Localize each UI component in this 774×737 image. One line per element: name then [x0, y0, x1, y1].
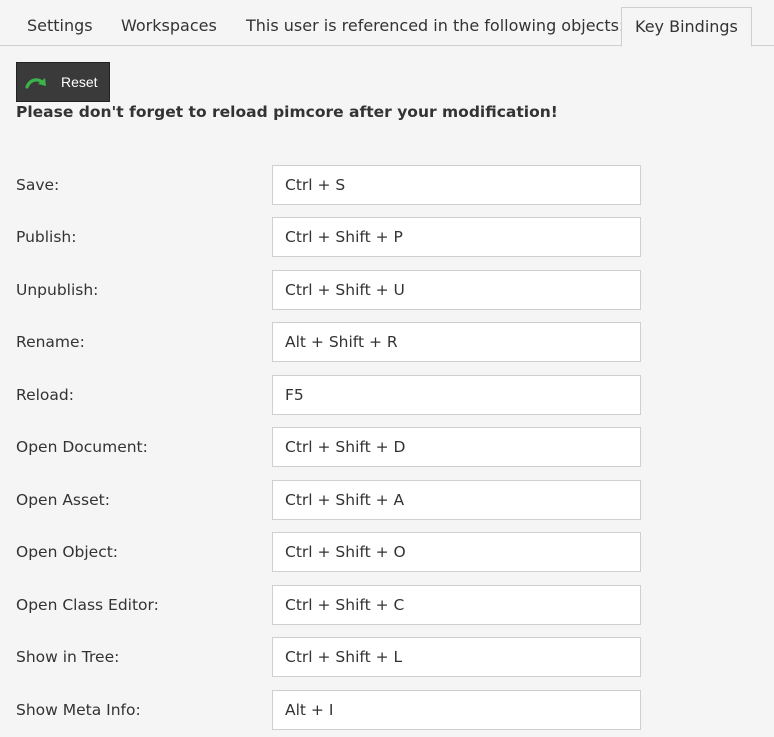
binding-row-show-in-tree: Show in Tree: — [0, 637, 774, 677]
binding-label: Save: — [16, 176, 60, 194]
binding-row-open-class-editor: Open Class Editor: — [0, 585, 774, 625]
binding-label: Open Asset: — [16, 491, 110, 509]
binding-label: Reload: — [16, 386, 74, 404]
reload-shortcut-field[interactable] — [272, 375, 641, 415]
show-meta-info-shortcut-field[interactable] — [272, 690, 641, 730]
binding-row-show-meta-info: Show Meta Info: — [0, 690, 774, 730]
binding-row-open-document: Open Document: — [0, 427, 774, 467]
binding-label: Open Class Editor: — [16, 596, 159, 614]
binding-label: Unpublish: — [16, 281, 99, 299]
redo-arrow-icon — [25, 78, 46, 89]
tab-key-bindings[interactable]: Key Bindings — [621, 7, 752, 47]
show-in-tree-shortcut-field[interactable] — [272, 637, 641, 677]
binding-label: Show in Tree: — [16, 648, 120, 666]
rename-shortcut-field[interactable] — [272, 322, 641, 362]
binding-label: Show Meta Info: — [16, 701, 141, 719]
reset-button[interactable]: Reset — [16, 62, 110, 102]
open-class-editor-shortcut-field[interactable] — [272, 585, 641, 625]
publish-shortcut-field[interactable] — [272, 217, 641, 257]
binding-label: Open Document: — [16, 438, 148, 456]
binding-row-open-object: Open Object: — [0, 532, 774, 572]
open-document-shortcut-field[interactable] — [272, 427, 641, 467]
binding-row-reload: Reload: — [0, 375, 774, 415]
open-object-shortcut-field[interactable] — [272, 532, 641, 572]
save-shortcut-field[interactable] — [272, 165, 641, 205]
tab-workspaces[interactable]: Workspaces — [121, 7, 217, 45]
binding-label: Open Object: — [16, 543, 119, 561]
binding-label: Rename: — [16, 333, 85, 351]
binding-row-unpublish: Unpublish: — [0, 270, 774, 310]
tab-referenced-objects[interactable]: This user is referenced in the following… — [246, 7, 624, 45]
tab-settings[interactable]: Settings — [27, 7, 93, 45]
tab-bar: Settings Workspaces This user is referen… — [0, 0, 774, 47]
binding-row-save: Save: — [0, 165, 774, 205]
open-asset-shortcut-field[interactable] — [272, 480, 641, 520]
reload-notice: Please don't forget to reload pimcore af… — [16, 103, 558, 121]
binding-row-rename: Rename: — [0, 322, 774, 362]
binding-label: Publish: — [16, 228, 77, 246]
reset-button-label: Reset — [61, 74, 98, 90]
binding-row-publish: Publish: — [0, 217, 774, 257]
binding-row-open-asset: Open Asset: — [0, 480, 774, 520]
unpublish-shortcut-field[interactable] — [272, 270, 641, 310]
